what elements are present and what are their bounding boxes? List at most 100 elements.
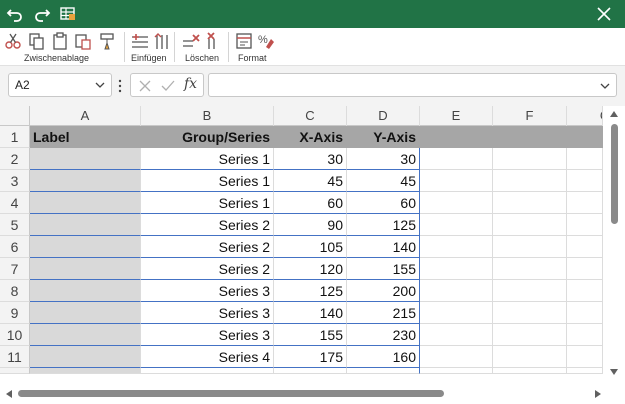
table-cell[interactable]: Series 4 [141, 346, 274, 368]
cell[interactable] [493, 258, 567, 280]
column-header-a[interactable]: A [30, 106, 141, 126]
insert-function-button[interactable]: fx [184, 76, 197, 92]
table-cell[interactable]: 45 [347, 170, 420, 192]
table-cell[interactable]: 30 [347, 148, 420, 170]
table-cell[interactable]: 120 [274, 258, 347, 280]
row-header[interactable]: 1 [0, 126, 30, 148]
table-cell[interactable] [30, 214, 141, 236]
scroll-left-icon[interactable] [5, 390, 13, 398]
row-header[interactable]: 2 [0, 148, 30, 170]
cell[interactable] [420, 302, 493, 324]
table-cell[interactable]: 140 [347, 236, 420, 258]
row-header[interactable]: 7 [0, 258, 30, 280]
table-cell[interactable]: 155 [347, 258, 420, 280]
undo-icon[interactable] [5, 4, 25, 24]
cell[interactable] [493, 280, 567, 302]
table-cell[interactable] [30, 192, 141, 214]
table-cell[interactable]: 155 [274, 324, 347, 346]
cell[interactable] [493, 170, 567, 192]
table-cell[interactable]: 30 [274, 148, 347, 170]
cell[interactable] [567, 368, 603, 374]
format-cells-icon[interactable] [234, 31, 254, 51]
row-header[interactable]: 3 [0, 170, 30, 192]
name-box[interactable]: A2 [8, 73, 112, 97]
select-all-corner[interactable] [0, 106, 30, 126]
table-cell[interactable]: Series 3 [141, 280, 274, 302]
cell[interactable] [420, 148, 493, 170]
cell[interactable] [567, 302, 603, 324]
confirm-icon[interactable] [160, 78, 176, 94]
table-cell[interactable] [30, 324, 141, 346]
table-cell[interactable]: 200 [347, 280, 420, 302]
cell[interactable] [567, 192, 603, 214]
vertical-scrollbar[interactable] [603, 106, 625, 382]
insert-columns-icon[interactable] [152, 31, 172, 51]
table-cell[interactable]: 230 [347, 324, 420, 346]
row-header[interactable]: 8 [0, 280, 30, 302]
table-cell[interactable]: 45 [274, 170, 347, 192]
column-header-f[interactable]: F [493, 106, 567, 126]
cell[interactable] [420, 258, 493, 280]
cell[interactable] [567, 258, 603, 280]
cell[interactable] [493, 148, 567, 170]
cell[interactable] [420, 368, 493, 374]
table-cell[interactable]: 105 [274, 236, 347, 258]
table-cell[interactable] [30, 280, 141, 302]
table-cell[interactable] [30, 236, 141, 258]
delete-columns-icon[interactable] [204, 31, 224, 51]
table-cell[interactable]: Series 1 [141, 170, 274, 192]
more-options-icon[interactable] [117, 78, 123, 94]
table-cell[interactable]: 175 [274, 346, 347, 368]
table-cell[interactable]: 215 [347, 302, 420, 324]
copy-icon[interactable] [26, 31, 46, 51]
table-cell[interactable]: Series 1 [141, 192, 274, 214]
cut-icon[interactable] [3, 31, 23, 51]
cell[interactable] [420, 192, 493, 214]
header-band-cell[interactable] [567, 126, 603, 148]
table-cell[interactable]: Series 2 [141, 258, 274, 280]
cell[interactable] [141, 368, 274, 374]
paste-special-icon[interactable] [73, 31, 93, 51]
scroll-up-icon[interactable] [610, 110, 618, 118]
cell[interactable] [567, 346, 603, 368]
cell[interactable] [493, 324, 567, 346]
scroll-right-icon[interactable] [594, 390, 602, 398]
column-header-e[interactable]: E [420, 106, 493, 126]
cell[interactable] [567, 236, 603, 258]
table-header-cell[interactable]: X-Axis [274, 126, 347, 148]
column-header-d[interactable]: D [347, 106, 420, 126]
cell[interactable] [493, 236, 567, 258]
table-cell[interactable]: Series 3 [141, 302, 274, 324]
column-header-b[interactable]: B [141, 106, 274, 126]
horizontal-scrollbar[interactable] [0, 384, 625, 404]
close-icon[interactable] [595, 5, 613, 23]
row-header[interactable]: 9 [0, 302, 30, 324]
cell[interactable] [420, 170, 493, 192]
table-cell[interactable]: Series 2 [141, 236, 274, 258]
row-header[interactable] [0, 368, 30, 374]
table-cell[interactable]: Series 3 [141, 324, 274, 346]
table-cell[interactable] [30, 302, 141, 324]
column-header-c[interactable]: C [274, 106, 347, 126]
cell[interactable] [567, 324, 603, 346]
cell[interactable] [493, 368, 567, 374]
row-header[interactable]: 4 [0, 192, 30, 214]
cell[interactable] [420, 324, 493, 346]
cell[interactable] [274, 368, 347, 374]
delete-rows-icon[interactable] [181, 31, 201, 51]
cell[interactable] [567, 148, 603, 170]
cancel-icon[interactable] [137, 78, 153, 94]
vertical-scroll-thumb[interactable] [611, 124, 618, 224]
cell[interactable] [420, 236, 493, 258]
row-header[interactable]: 6 [0, 236, 30, 258]
table-header-cell[interactable]: Y-Axis [347, 126, 420, 148]
expand-formula-icon[interactable] [600, 82, 610, 90]
table-format-icon[interactable] [58, 4, 78, 24]
scroll-down-icon[interactable] [610, 368, 618, 376]
cell[interactable] [493, 302, 567, 324]
horizontal-scroll-thumb[interactable] [18, 390, 444, 397]
table-cell[interactable]: Series 2 [141, 214, 274, 236]
cell[interactable] [420, 280, 493, 302]
table-cell[interactable]: 60 [347, 192, 420, 214]
cell[interactable] [30, 368, 141, 374]
